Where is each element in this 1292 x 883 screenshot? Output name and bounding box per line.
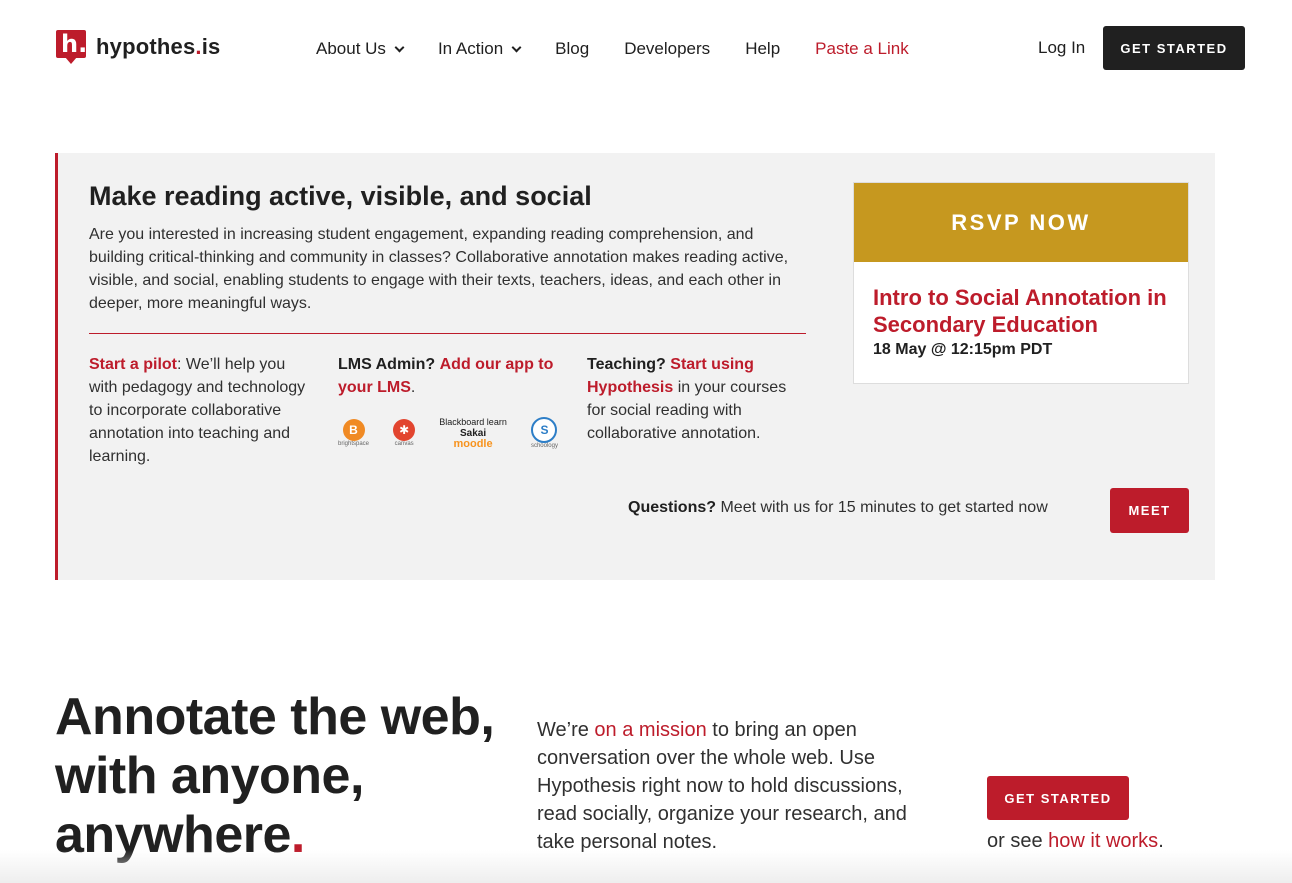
- lms-logos: B brightspace ✱ canvas Blackboard learn …: [338, 413, 558, 453]
- how-it-works-link[interactable]: how it works: [1048, 830, 1158, 852]
- logo[interactable]: h. hypothes.is: [56, 30, 220, 64]
- lms-admin-lead: LMS Admin?: [338, 356, 436, 373]
- see-how-line: or see how it works.: [987, 830, 1164, 852]
- promo-title: Make reading active, visible, and social: [89, 181, 592, 211]
- event-date: 18 May @ 12:15pm PDT: [873, 341, 1053, 358]
- login-link[interactable]: Log In: [1038, 38, 1085, 58]
- questions-lead: Questions?: [628, 499, 717, 516]
- logo-text: hypothes.is: [96, 34, 221, 59]
- main-nav: About Us In Action Blog Developers Help …: [316, 36, 944, 62]
- nav-developers[interactable]: Developers: [624, 39, 710, 59]
- event-card[interactable]: RSVP NOW Intro to Social Annotation in S…: [853, 182, 1189, 384]
- meet-button[interactable]: MEET: [1110, 488, 1189, 533]
- hero-get-started-button[interactable]: GET STARTED: [987, 776, 1129, 820]
- brightspace-logo-icon: B brightspace: [338, 419, 369, 447]
- questions-text: Meet with us for 15 minutes to get start…: [720, 499, 1048, 516]
- pilot-column: Start a pilot: We’ll help you with pedag…: [89, 353, 309, 468]
- hero-title: Annotate the web, with anyone, anywhere.: [55, 688, 495, 864]
- event-title[interactable]: Intro to Social Annotation in Secondary …: [873, 284, 1173, 338]
- start-pilot-link[interactable]: Start a pilot: [89, 356, 177, 373]
- canvas-logo-icon: ✱ canvas: [393, 419, 416, 447]
- teaching-column: Teaching? Start using Hypothesis in your…: [587, 356, 787, 442]
- hypothesis-logo-icon: h.: [56, 30, 88, 64]
- promo-divider: [89, 333, 806, 334]
- nav-help[interactable]: Help: [745, 39, 780, 59]
- header-get-started-button[interactable]: GET STARTED: [1103, 26, 1245, 70]
- site-header: h. hypothes.is About Us In Action Blog D…: [0, 0, 1292, 96]
- teaching-lead: Teaching?: [587, 356, 666, 373]
- chevron-down-icon: [511, 42, 522, 52]
- lms-admin-column: LMS Admin? Add our app to your LMS.: [338, 356, 554, 396]
- questions-line: Questions? Meet with us for 15 minutes t…: [628, 499, 1048, 517]
- promo-body: Are you interested in increasing student…: [89, 226, 789, 312]
- nav-blog[interactable]: Blog: [555, 39, 589, 59]
- mission-link[interactable]: on a mission: [594, 719, 706, 741]
- rsvp-banner[interactable]: RSVP NOW: [854, 183, 1188, 262]
- nav-in-action[interactable]: In Action: [438, 39, 522, 59]
- nav-paste-a-link[interactable]: Paste a Link: [815, 39, 909, 59]
- schoology-logo-icon: S schoology: [531, 417, 558, 449]
- hero-text: We’re on a mission to bring an open conv…: [537, 719, 907, 853]
- blackboard-sakai-moodle-logo-icon: Blackboard learn Sakai moodle: [439, 416, 507, 450]
- promo-panel: Make reading active, visible, and social…: [55, 153, 1215, 580]
- nav-about-us[interactable]: About Us: [316, 39, 405, 59]
- chevron-down-icon: [394, 42, 405, 52]
- logo-mark-text: h.: [61, 30, 88, 58]
